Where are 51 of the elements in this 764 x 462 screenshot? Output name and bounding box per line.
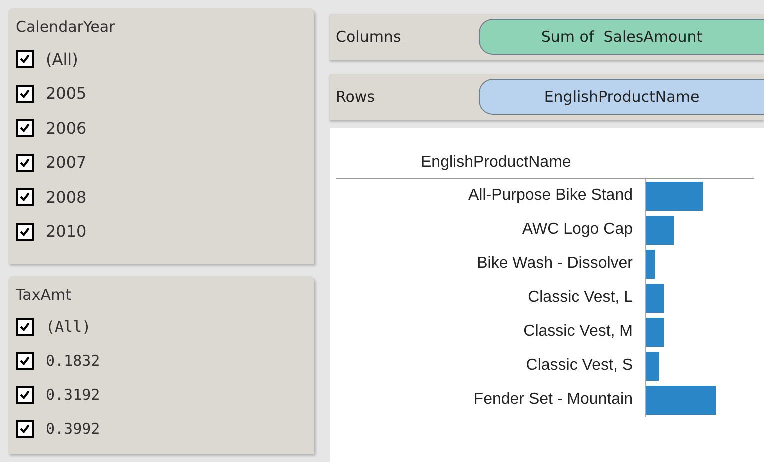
- checkbox[interactable]: [16, 386, 34, 404]
- filter-title: TaxAmt: [16, 286, 73, 304]
- check-icon: [19, 122, 31, 134]
- column-header: EnglishProductName: [336, 154, 754, 179]
- checkbox[interactable]: [16, 119, 34, 138]
- checkbox[interactable]: [16, 84, 34, 103]
- checkbox[interactable]: [16, 188, 34, 206]
- check-icon: [19, 321, 31, 333]
- bar: [646, 182, 703, 210]
- filter-item-label: (All): [46, 50, 78, 69]
- filter-item-label: 2008: [46, 188, 87, 207]
- filter-item-label: (All): [46, 318, 92, 336]
- check-icon: [19, 423, 31, 435]
- field-pill[interactable]: EnglishProductName: [479, 79, 764, 115]
- checkbox[interactable]: [16, 50, 34, 68]
- checkbox[interactable]: [16, 154, 34, 172]
- shelf-label: Columns: [335, 28, 402, 46]
- bar: [646, 250, 655, 278]
- filter-title: CalendarYear: [16, 18, 116, 36]
- filter-item-label: 2005: [46, 84, 87, 104]
- filter-item-label: 2007: [46, 153, 87, 172]
- checkbox[interactable]: [16, 352, 34, 370]
- row-label: All-Purpose Bike Stand: [467, 186, 634, 206]
- filter-item-label: 0.3992: [46, 420, 100, 438]
- filter-item-label: 2010: [46, 222, 87, 242]
- bar: [646, 216, 674, 244]
- filter-item-label: 2006: [46, 118, 87, 138]
- row-label: Classic Vest, M: [522, 322, 634, 342]
- row-label: Fender Set - Mountain: [472, 390, 634, 410]
- bar: [646, 352, 659, 380]
- check-icon: [19, 191, 31, 204]
- check-icon: [19, 355, 31, 367]
- checkbox[interactable]: [16, 318, 34, 336]
- checkbox[interactable]: [16, 420, 34, 438]
- checkbox[interactable]: [16, 222, 34, 241]
- check-icon: [19, 226, 31, 238]
- row-label: Classic Vest, S: [525, 356, 634, 376]
- bar: [646, 284, 664, 312]
- filter-item-label: 0.3192: [46, 386, 100, 404]
- check-icon: [19, 53, 31, 66]
- row-label: Bike Wash - Dissolver: [476, 254, 634, 274]
- row-label: Classic Vest, L: [527, 288, 634, 308]
- row-label: AWC Logo Cap: [521, 220, 634, 240]
- field-pill[interactable]: Sum of SalesAmount: [479, 19, 764, 55]
- check-icon: [19, 156, 31, 169]
- bar: [646, 386, 716, 414]
- check-icon: [19, 88, 31, 100]
- filter-item-label: 0.1832: [46, 352, 100, 370]
- check-icon: [19, 389, 31, 401]
- bar: [646, 318, 664, 346]
- shelf-label: Rows: [335, 88, 376, 106]
